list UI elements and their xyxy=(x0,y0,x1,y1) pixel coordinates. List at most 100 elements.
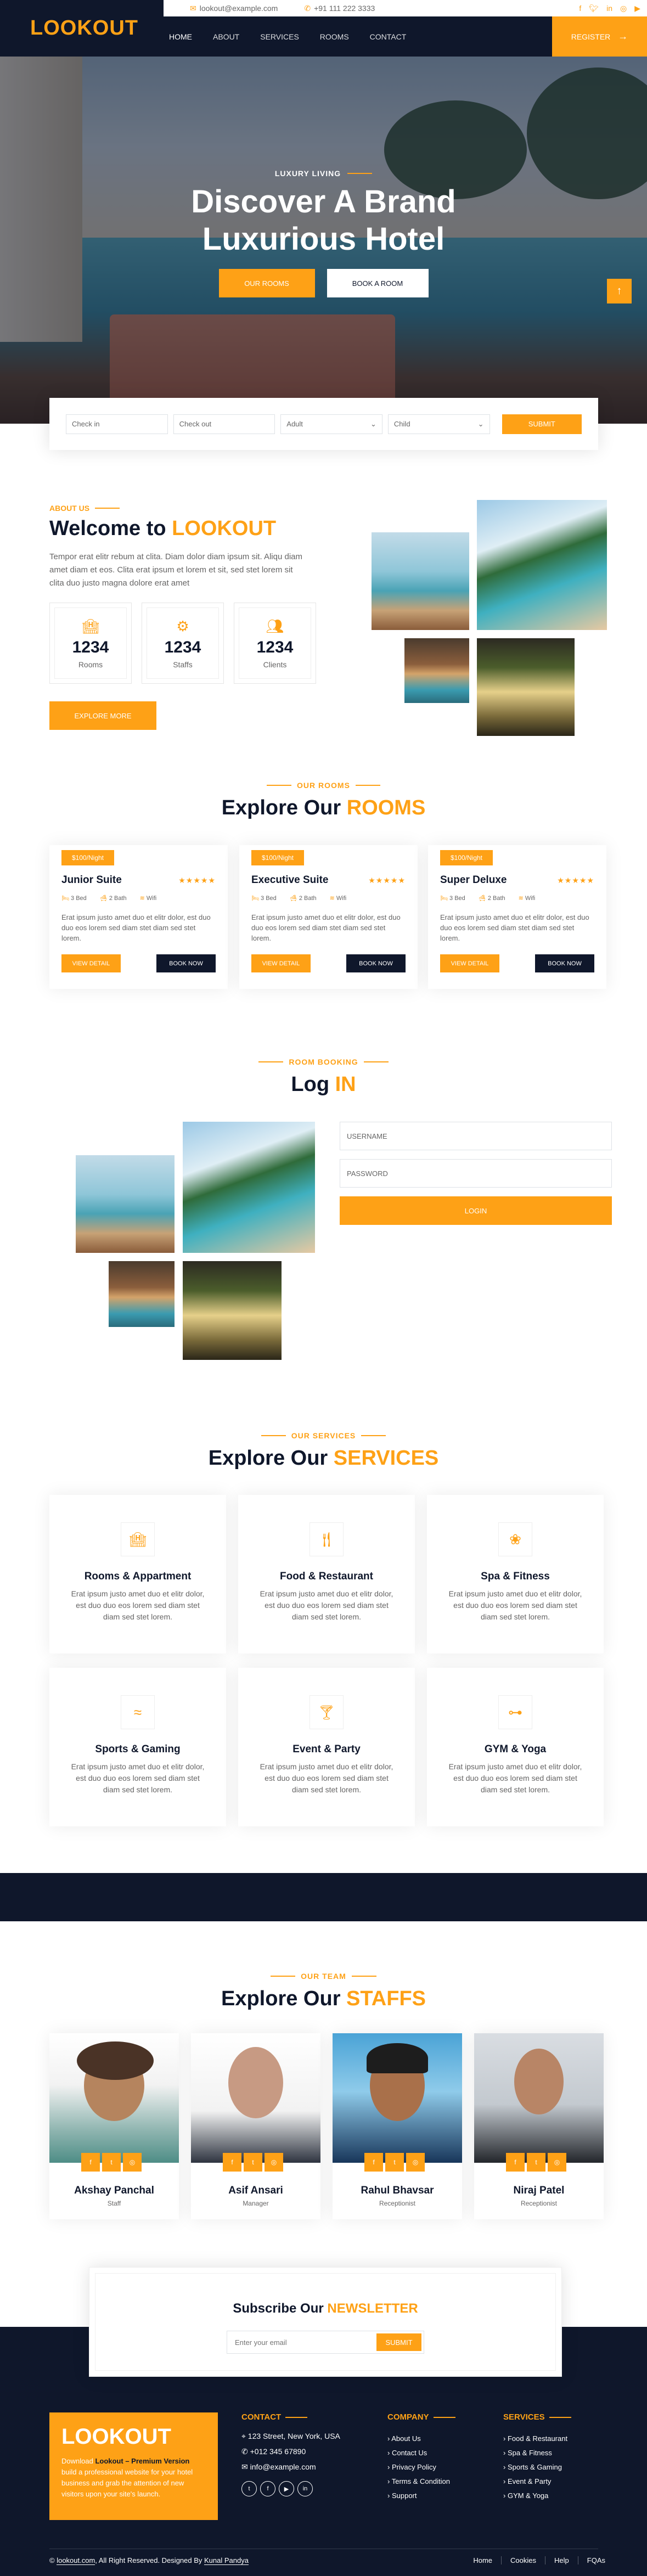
twitter-icon[interactable]: t xyxy=(527,2153,545,2172)
divider xyxy=(361,1435,386,1436)
footer-link[interactable]: Privacy Policy xyxy=(387,2460,455,2474)
footer-link[interactable]: Event & Party xyxy=(503,2474,571,2489)
register-button[interactable]: REGISTER → xyxy=(552,16,647,57)
footer-link[interactable]: Contact Us xyxy=(387,2446,455,2460)
facebook-icon[interactable]: f xyxy=(364,2153,383,2172)
twitter-icon[interactable]: 🐦︎ xyxy=(589,4,599,13)
book-room-button[interactable]: BOOK A ROOM xyxy=(327,269,429,297)
instagram-icon[interactable]: ◎ xyxy=(265,2153,283,2172)
checkin-input[interactable]: Check in xyxy=(66,414,168,434)
book-now-button[interactable]: BOOK NOW xyxy=(156,954,216,972)
footer-menu-help[interactable]: Help xyxy=(545,2556,578,2564)
facebook-icon[interactable]: f xyxy=(579,4,581,13)
room-bed-text: 3 Bed xyxy=(449,895,465,902)
service-card[interactable]: 🍸︎ Event & Party Erat ipsum justo amet d… xyxy=(238,1668,415,1826)
service-card[interactable]: ⊶ GYM & Yoga Erat ipsum justo amet duo e… xyxy=(427,1668,604,1826)
footer-link[interactable]: Support xyxy=(387,2489,455,2503)
footer-menu-home[interactable]: Home xyxy=(464,2556,502,2564)
facebook-icon[interactable]: f xyxy=(260,2481,275,2496)
newsletter-title-b: NEWSLETTER xyxy=(327,2301,418,2316)
services-title-a: Explore Our xyxy=(208,1447,334,1470)
room-bed: 🛏︎ 3 Bed xyxy=(251,895,277,902)
password-input[interactable]: PASSWORD xyxy=(340,1159,612,1188)
service-card[interactable]: 🏨︎ Rooms & Appartment Erat ipsum justo a… xyxy=(49,1495,226,1653)
divider xyxy=(433,2416,455,2418)
twitter-icon[interactable]: t xyxy=(385,2153,404,2172)
staff-role: Receptionist xyxy=(520,2200,558,2207)
hero-title: Discover A Brand Luxurious Hotel xyxy=(0,183,647,258)
twitter-icon[interactable]: t xyxy=(102,2153,121,2172)
login-button[interactable]: LOGIN xyxy=(340,1196,612,1225)
copyright-author-link[interactable]: Kunal Pandya xyxy=(204,2556,249,2565)
booking-submit-button[interactable]: SUBMIT xyxy=(502,414,582,434)
footer-link[interactable]: GYM & Yoga xyxy=(503,2489,571,2503)
instagram-icon[interactable]: ◎ xyxy=(620,4,627,13)
wifi-icon: ≋ xyxy=(329,895,336,902)
topbar-phone[interactable]: ✆ +91 111 222 3333 xyxy=(304,4,375,13)
about-image-4 xyxy=(477,638,575,736)
service-icon-frame: 🍸︎ xyxy=(310,1695,344,1729)
view-detail-button[interactable]: VIEW DETAIL xyxy=(440,954,499,972)
child-select[interactable]: Child ⌄ xyxy=(387,414,490,434)
rooms-header: OUR ROOMS Explore Our ROOMS xyxy=(0,781,647,820)
footer-link[interactable]: About Us xyxy=(387,2432,455,2446)
service-desc: Erat ipsum justo amet duo et elitr dolor… xyxy=(71,1589,205,1621)
facebook-icon[interactable]: f xyxy=(223,2153,241,2172)
nav-services[interactable]: SERVICES xyxy=(260,32,299,41)
footer-link[interactable]: Terms & Condition xyxy=(387,2474,455,2489)
footer-menu-cookies[interactable]: Cookies xyxy=(502,2556,546,2564)
view-detail-button[interactable]: VIEW DETAIL xyxy=(61,954,121,972)
nav-about[interactable]: ABOUT xyxy=(213,32,239,41)
team-header: OUR TEAM Explore Our STAFFS xyxy=(0,1972,647,2011)
username-input[interactable]: USERNAME xyxy=(340,1122,612,1150)
newsletter-submit-button[interactable]: SUBMIT xyxy=(376,2333,421,2351)
footer-company-heading-text: COMPANY xyxy=(387,2412,429,2422)
staff-beanie xyxy=(367,2043,428,2073)
twitter-icon[interactable]: t xyxy=(241,2481,257,2496)
explore-more-button[interactable]: EXPLORE MORE xyxy=(49,701,156,730)
youtube-icon[interactable]: ▶ xyxy=(634,4,640,13)
room-bed-text: 3 Bed xyxy=(261,895,277,902)
youtube-icon[interactable]: ▶ xyxy=(279,2481,294,2496)
linkedin-icon[interactable]: in xyxy=(606,4,612,13)
services-title: Explore Our SERVICES xyxy=(0,1447,647,1470)
footer-link[interactable]: Food & Restaurant xyxy=(503,2432,571,2446)
bed-icon: 🛏︎ xyxy=(61,895,71,902)
instagram-icon[interactable]: ◎ xyxy=(123,2153,142,2172)
copyright-site-link[interactable]: lookout.com xyxy=(57,2556,95,2565)
book-now-button[interactable]: BOOK NOW xyxy=(346,954,406,972)
nav-home[interactable]: HOME xyxy=(169,32,192,41)
linkedin-icon[interactable]: in xyxy=(297,2481,313,2496)
stat-value: 1234 xyxy=(256,638,294,656)
newsletter-email-input[interactable] xyxy=(235,2338,361,2347)
hero-actions: OUR ROOMS BOOK A ROOM xyxy=(0,269,647,297)
nav-rooms[interactable]: ROOMS xyxy=(320,32,349,41)
footer-link[interactable]: Spa & Fitness xyxy=(503,2446,571,2460)
nav-contact[interactable]: CONTACT xyxy=(370,32,407,41)
about-image-1 xyxy=(372,532,469,630)
service-desc: Erat ipsum justo amet duo et elitr dolor… xyxy=(260,1589,393,1621)
service-card[interactable]: ≈ Sports & Gaming Erat ipsum justo amet … xyxy=(49,1668,226,1826)
twitter-icon[interactable]: t xyxy=(244,2153,262,2172)
service-card[interactable]: 🍴︎ Food & Restaurant Erat ipsum justo am… xyxy=(238,1495,415,1653)
about-stats: 🏨︎ 1234 Rooms ⚙ 1234 Staffs 👥︎ 1234 Clients xyxy=(49,603,316,684)
facebook-icon[interactable]: f xyxy=(506,2153,525,2172)
footer-menu-faqs[interactable]: FQAs xyxy=(578,2556,605,2564)
facebook-icon[interactable]: f xyxy=(81,2153,100,2172)
book-now-button[interactable]: BOOK NOW xyxy=(535,954,594,972)
checkout-input[interactable]: Check out xyxy=(173,414,275,434)
our-rooms-button[interactable]: OUR ROOMS xyxy=(218,269,315,297)
instagram-icon[interactable]: ◎ xyxy=(406,2153,425,2172)
footer-premium-link[interactable]: Lookout – Premium Version xyxy=(95,2457,189,2465)
room-desc: Erat ipsum justo amet duo et elitr dolor… xyxy=(61,913,211,942)
envelope-icon: ✉ xyxy=(190,3,196,13)
newsletter-title-a: Subscribe Our xyxy=(233,2301,328,2316)
back-to-top-button[interactable]: ↑ xyxy=(607,279,632,303)
view-detail-button[interactable]: VIEW DETAIL xyxy=(251,954,311,972)
footer-link[interactable]: Sports & Gaming xyxy=(503,2460,571,2474)
instagram-icon[interactable]: ◎ xyxy=(548,2153,566,2172)
adult-select[interactable]: Adult ⌄ xyxy=(280,414,382,434)
topbar-email[interactable]: ✉ lookout@example.com xyxy=(190,4,278,13)
service-card[interactable]: ❀ Spa & Fitness Erat ipsum justo amet du… xyxy=(427,1495,604,1653)
logo[interactable]: LOOKOUT xyxy=(0,0,164,57)
